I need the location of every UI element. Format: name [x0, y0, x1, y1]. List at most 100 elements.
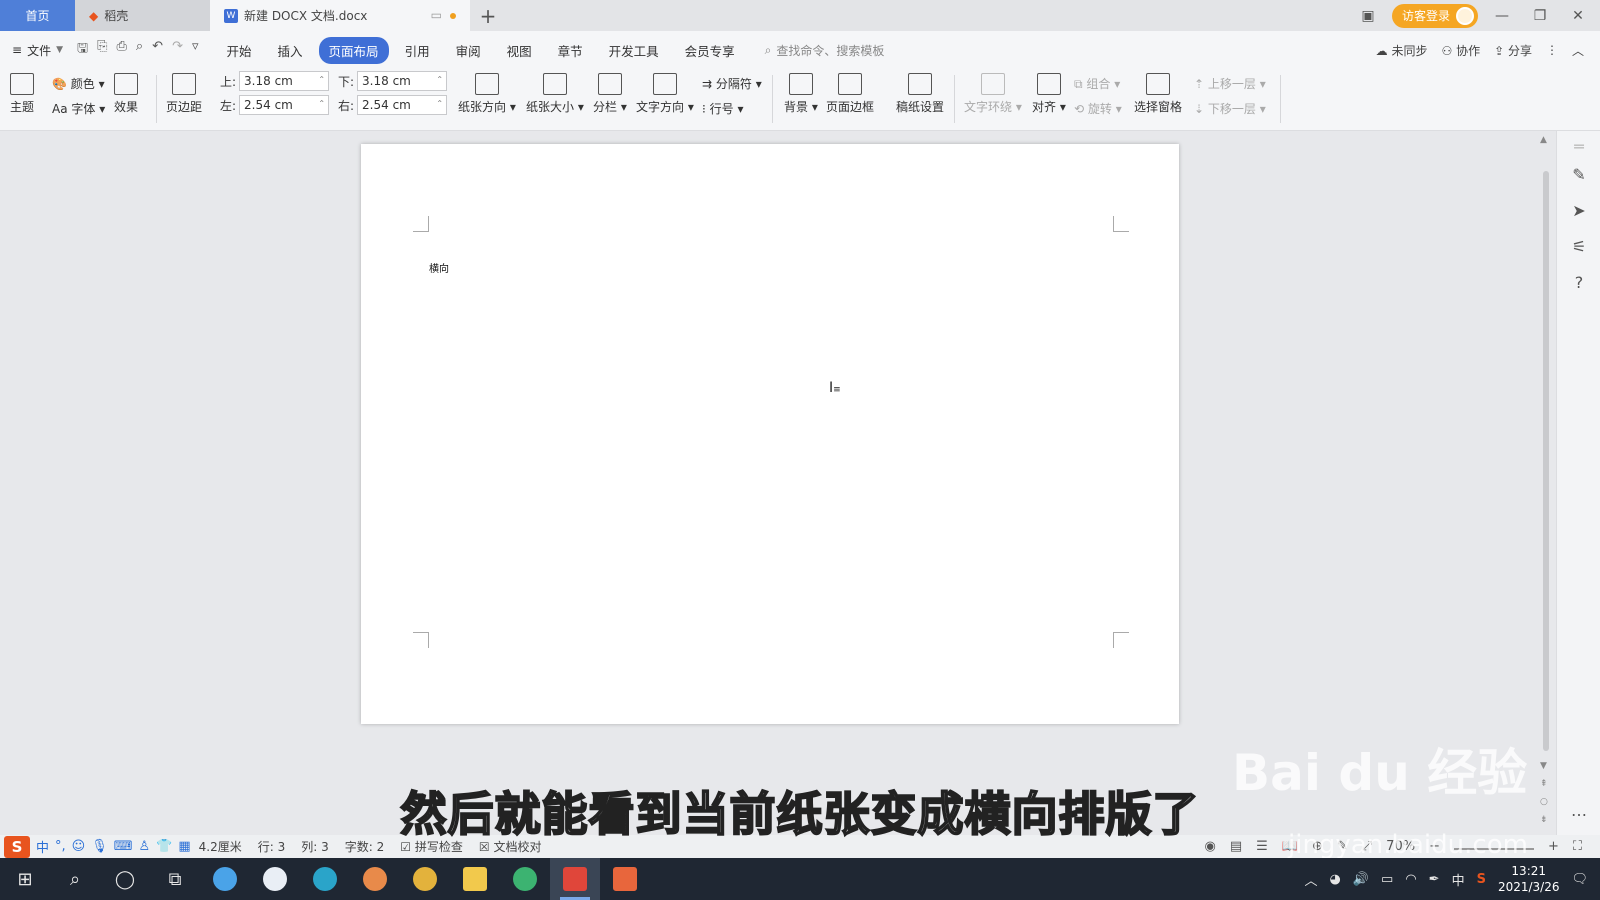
task-view-button[interactable]: ⧉ — [150, 858, 200, 900]
chevron-up-icon[interactable]: ︿ — [1304, 870, 1317, 889]
color-button[interactable]: 🎨 颜色 ▾ — [52, 75, 105, 92]
document-page[interactable]: 横向 I≡ — [361, 144, 1179, 724]
wechat-tray-icon[interactable]: ◕ — [1329, 872, 1340, 887]
window-layout-icon[interactable]: ▣ — [1354, 8, 1382, 24]
more-icon[interactable]: ⋮ — [1546, 43, 1558, 57]
tab-page-layout[interactable]: 页面布局 — [318, 36, 389, 64]
settings-sliders-icon[interactable]: ⚟ — [1569, 237, 1589, 257]
manuscript-icon — [908, 73, 932, 95]
text-direction-button[interactable]: 文字方向 ▾ — [636, 73, 694, 115]
minimize-icon[interactable]: — — [1488, 8, 1516, 24]
print-icon[interactable]: ⎙ — [116, 39, 126, 61]
taskbar-photos[interactable] — [350, 858, 400, 900]
line-number-button[interactable]: ⁝ 行号 ▾ — [702, 100, 744, 117]
new-tab-button[interactable]: + — [470, 0, 506, 31]
margin-right-input[interactable]: 2.54 cm — [357, 95, 448, 115]
align-button[interactable]: 对齐 ▾ — [1032, 73, 1066, 115]
taskbar-explorer[interactable] — [450, 858, 500, 900]
notification-icon[interactable]: 🗨 — [1571, 872, 1588, 887]
sync-button[interactable]: ☁ 未同步 — [1376, 42, 1428, 59]
margin-bottom-field[interactable]: 下: 3.18 cm — [338, 71, 448, 91]
search-button[interactable]: ⌕ — [50, 858, 100, 900]
tab-member[interactable]: 会员专享 — [675, 37, 745, 64]
share-button[interactable]: ⇪ 分享 — [1494, 42, 1532, 59]
cortana-button[interactable]: ◯ — [100, 858, 150, 900]
taskbar-chrome[interactable] — [400, 858, 450, 900]
text-wrap-button[interactable]: 文字环绕 ▾ — [964, 73, 1022, 115]
clock[interactable]: 13:21 2021/3/26 — [1498, 863, 1560, 895]
selection-pane-button[interactable]: 选择窗格 — [1134, 73, 1182, 115]
customize-icon[interactable]: ▿ — [192, 39, 199, 61]
pin-icon[interactable]: ▭ — [431, 8, 442, 22]
tab-view[interactable]: 视图 — [497, 37, 542, 64]
font-button[interactable]: Aa 字体 ▾ — [52, 100, 105, 117]
effect-button[interactable]: 效果 — [114, 73, 138, 115]
tab-daoke[interactable]: ◆ 稻壳 — [75, 0, 210, 31]
margin-left-field[interactable]: 左: 2.54 cm — [220, 95, 330, 115]
redo-icon[interactable]: ↷ — [172, 39, 183, 61]
tab-developer[interactable]: 开发工具 — [599, 37, 669, 64]
sogou-tray-icon[interactable]: S — [1477, 872, 1486, 887]
page-border-button[interactable]: 页面边框 — [826, 73, 874, 115]
pen-icon[interactable]: ✎ — [1569, 165, 1589, 185]
margin-left-input[interactable]: 2.54 cm — [239, 95, 330, 115]
columns-button[interactable]: 分栏 ▾ — [593, 73, 627, 115]
volume-icon[interactable]: 🔊 — [1353, 872, 1369, 887]
taskbar-wechat[interactable] — [500, 858, 550, 900]
taskbar-presentation[interactable] — [600, 858, 650, 900]
panel-handle-icon[interactable]: ═ — [1569, 137, 1589, 157]
scrollbar-thumb[interactable] — [1543, 171, 1549, 751]
tray-ime-lang[interactable]: 中 — [1452, 870, 1465, 889]
tab-section[interactable]: 章节 — [548, 37, 593, 64]
tab-insert[interactable]: 插入 — [268, 37, 313, 64]
save-icon[interactable]: 🖫 — [77, 39, 88, 61]
battery-icon[interactable]: ▭ — [1381, 872, 1393, 887]
send-backward-button[interactable]: ⇣ 下移一层 ▾ — [1194, 100, 1266, 117]
help-icon[interactable]: ? — [1569, 273, 1589, 293]
format-painter-icon[interactable]: ⎘ — [97, 39, 107, 61]
margin-top-input[interactable]: 3.18 cm — [239, 71, 330, 91]
vertical-scrollbar[interactable]: ▲ ▼ ⇞ ○ ⇟ — [1536, 131, 1556, 835]
margin-bottom-input[interactable]: 3.18 cm — [357, 71, 448, 91]
file-menu[interactable]: ≡ 文件 ▼ — [12, 42, 63, 59]
paper-size-button[interactable]: 纸张大小 ▾ — [526, 73, 584, 115]
bring-forward-button[interactable]: ⇡ 上移一层 ▾ — [1194, 75, 1266, 92]
tab-document[interactable]: W 新建 DOCX 文档.docx ▭ — [210, 0, 470, 31]
command-search[interactable]: ⌕ 查找命令、搜索模板 — [765, 42, 885, 59]
taskbar-edge[interactable] — [300, 858, 350, 900]
bring-forward-icon: ⇡ — [1194, 77, 1205, 91]
collab-button[interactable]: ⚇ 协作 — [1441, 42, 1480, 59]
manuscript-button[interactable]: 稿纸设置 — [896, 73, 944, 115]
document-text[interactable]: 横向 — [429, 260, 449, 275]
undo-icon[interactable]: ↶ — [152, 39, 163, 61]
margins-button[interactable]: 页边距 — [166, 73, 202, 115]
group-button[interactable]: ⧉ 组合 ▾ — [1074, 75, 1120, 92]
start-button[interactable]: ⊞ — [0, 858, 50, 900]
tab-review[interactable]: 审阅 — [446, 37, 491, 64]
collapse-ribbon-icon[interactable]: ︿ — [1572, 42, 1584, 59]
pen-tray-icon[interactable]: ✒ — [1429, 872, 1440, 887]
scroll-up-icon[interactable]: ▲ — [1540, 135, 1547, 145]
orientation-button[interactable]: 纸张方向 ▾ — [458, 73, 516, 115]
document-workspace[interactable]: 横向 I≡ — [0, 131, 1530, 835]
background-button[interactable]: 背景 ▾ — [784, 73, 818, 115]
close-icon[interactable]: ✕ — [1564, 8, 1592, 24]
tab-home[interactable]: 首页 — [0, 0, 75, 31]
scroll-down-icon[interactable]: ▼ — [1540, 761, 1547, 771]
taskbar-app-u[interactable] — [200, 858, 250, 900]
guest-login-button[interactable]: 访客登录 — [1391, 3, 1478, 28]
taskbar-wps[interactable] — [550, 858, 600, 900]
margin-top-field[interactable]: 上: 3.18 cm — [220, 71, 330, 91]
print-preview-icon[interactable]: ⌕ — [136, 39, 143, 61]
pointer-icon[interactable]: ➤ — [1569, 201, 1589, 221]
separator-button[interactable]: ⇉ 分隔符 ▾ — [702, 75, 762, 92]
taskbar-app-a[interactable] — [250, 858, 300, 900]
theme-button[interactable]: 主题 — [10, 73, 34, 115]
wifi-icon[interactable]: ◠ — [1405, 872, 1416, 887]
tab-home-menu[interactable]: 开始 — [217, 37, 262, 64]
tab-references[interactable]: 引用 — [395, 37, 440, 64]
restore-icon[interactable]: ❐ — [1526, 8, 1554, 24]
margin-right-field[interactable]: 右: 2.54 cm — [338, 95, 448, 115]
app-u-icon — [213, 867, 237, 891]
rotate-button[interactable]: ⟲ 旋转 ▾ — [1074, 100, 1122, 117]
